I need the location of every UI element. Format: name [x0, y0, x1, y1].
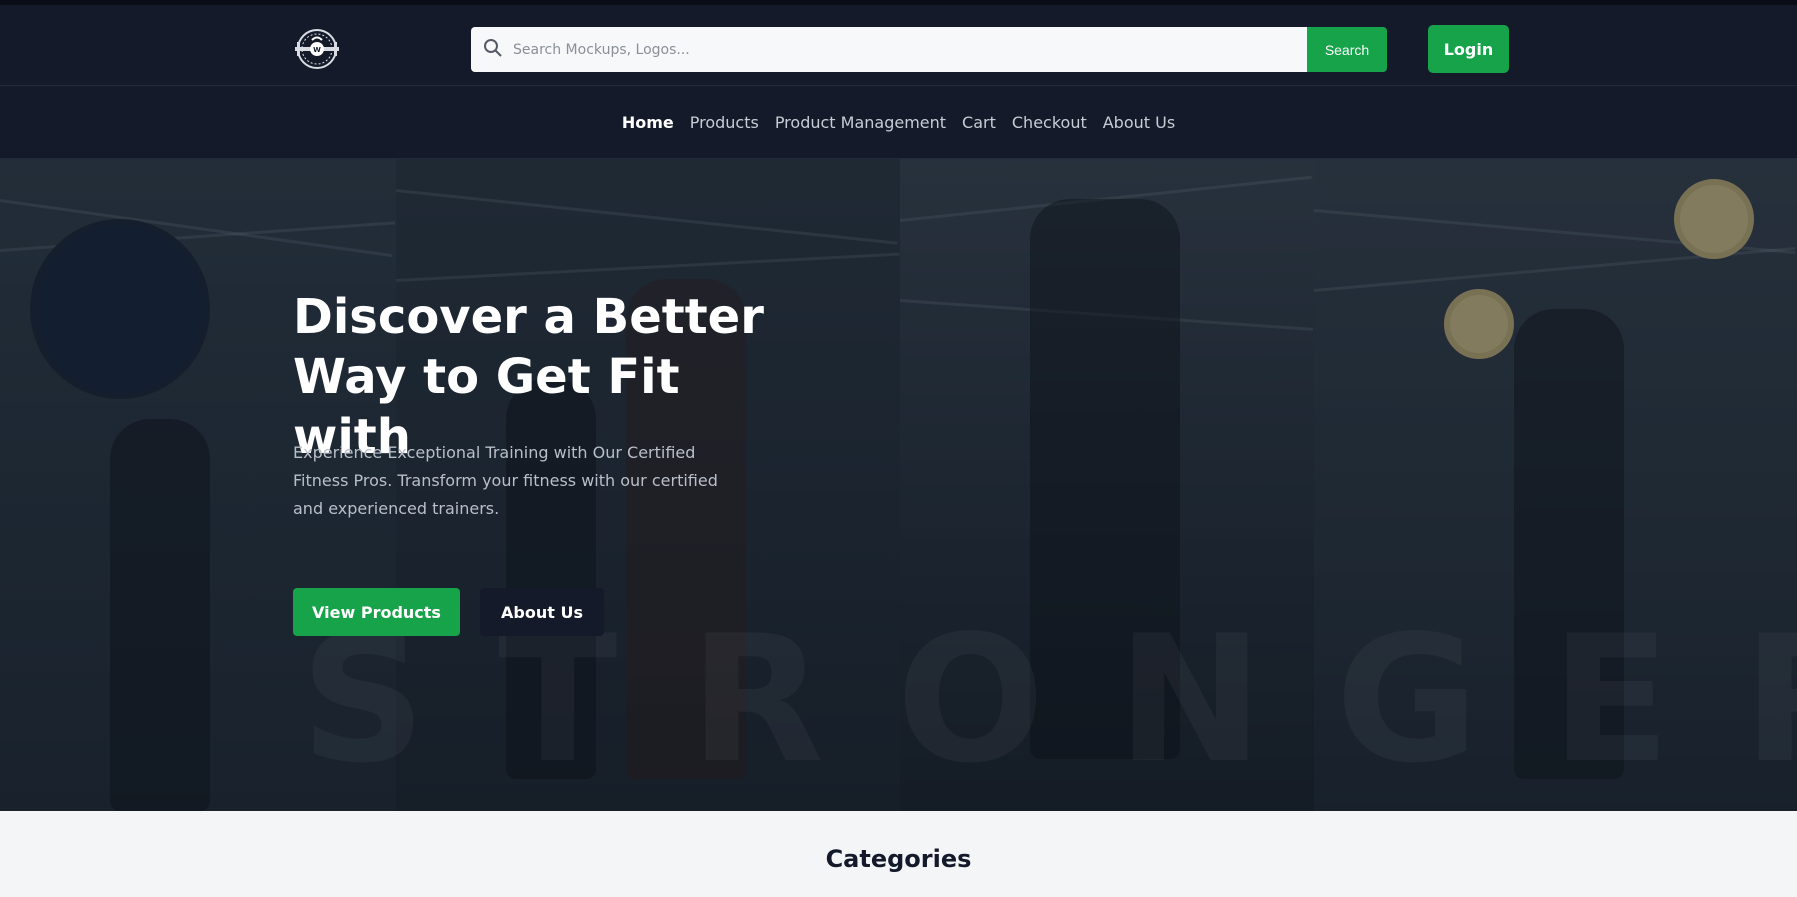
categories-title: Categories	[825, 845, 972, 873]
top-bar: W Search Login	[0, 0, 1797, 85]
nav-item-home[interactable]: Home	[614, 113, 682, 132]
search-icon	[483, 38, 503, 62]
about-us-button[interactable]: About Us	[480, 588, 604, 636]
nav-item-products[interactable]: Products	[682, 113, 767, 132]
main-nav: Home Products Product Management Cart Ch…	[0, 85, 1797, 159]
hero-section: STRONGER Discover a Better Way to Get Fi…	[0, 159, 1797, 811]
search-field[interactable]	[471, 27, 1307, 72]
categories-section: Categories	[0, 811, 1797, 897]
nav-item-about-us[interactable]: About Us	[1095, 113, 1183, 132]
nav-item-checkout[interactable]: Checkout	[1004, 113, 1095, 132]
nav-item-cart[interactable]: Cart	[954, 113, 1004, 132]
kettlebell-crest-logo[interactable]: W	[293, 27, 341, 71]
search-button[interactable]: Search	[1307, 27, 1387, 72]
search-input[interactable]	[513, 41, 1113, 58]
nav-item-product-management[interactable]: Product Management	[767, 113, 954, 132]
svg-text:W: W	[313, 46, 321, 54]
login-button[interactable]: Login	[1428, 25, 1509, 73]
view-products-button[interactable]: View Products	[293, 588, 460, 636]
hero-description: Experience Exceptional Training with Our…	[293, 443, 718, 518]
search-bar: Search	[471, 27, 1387, 72]
